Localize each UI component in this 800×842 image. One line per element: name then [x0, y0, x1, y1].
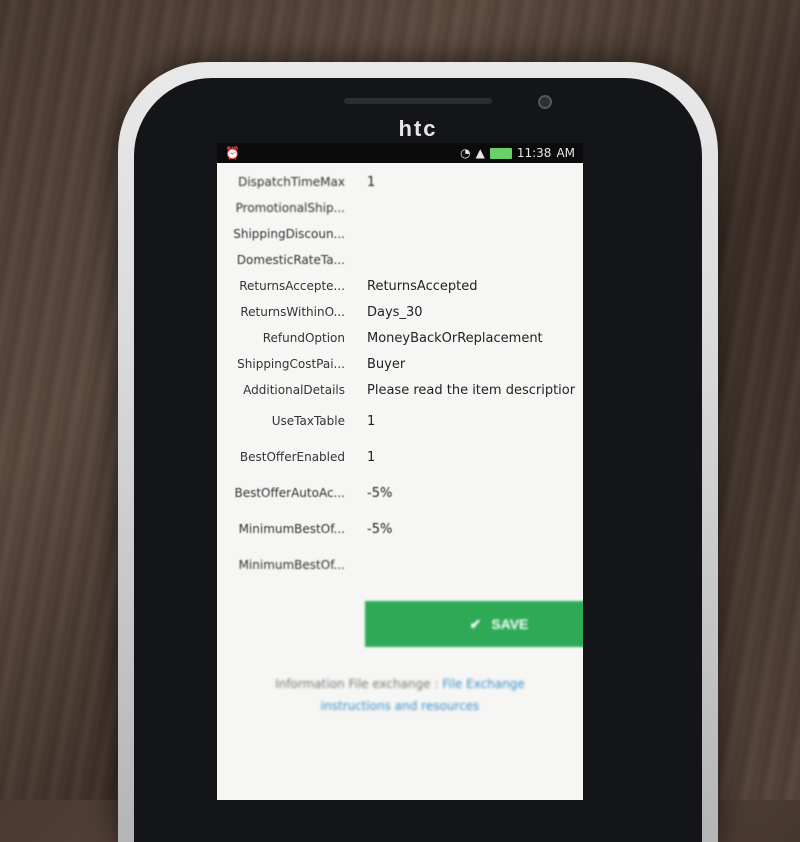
form-row[interactable]: PromotionalShip...	[217, 195, 583, 221]
form-row[interactable]: MinimumBestOf...	[217, 547, 583, 583]
field-value[interactable]: -5%	[367, 522, 583, 537]
field-label: ReturnsWithinO...	[240, 305, 345, 319]
form-row[interactable]: BestOfferEnabled 1	[217, 439, 583, 475]
footer-text: Information File exchange :	[275, 677, 439, 691]
field-value[interactable]: -5%	[367, 486, 583, 501]
field-label: PromotionalShip...	[235, 201, 345, 215]
field-label: BestOfferAutoAc...	[234, 486, 345, 500]
footer-info: Information File exchange : File Exchang…	[217, 673, 583, 717]
field-value[interactable]: 1	[367, 414, 583, 429]
form-row[interactable]: AdditionalDetails Please read the item de…	[217, 377, 583, 403]
field-value[interactable]: Please read the item descriptior	[367, 383, 583, 398]
form-row[interactable]: RefundOption MoneyBackOrReplacement	[217, 325, 583, 351]
status-ampm: AM	[556, 146, 575, 160]
form-row[interactable]: BestOfferAutoAc... -5%	[217, 475, 583, 511]
status-time: 11:38	[516, 146, 552, 160]
field-label: MinimumBestOf...	[238, 522, 345, 536]
field-value[interactable]: MoneyBackOrReplacement	[367, 331, 583, 346]
field-label: AdditionalDetails	[243, 383, 345, 397]
form-row[interactable]: DispatchTimeMax 1	[217, 169, 583, 195]
field-label: ReturnsAccepte...	[239, 279, 345, 293]
form-row[interactable]: UseTaxTable 1	[217, 403, 583, 439]
phone-screen: ⏰ ◔ ▲ 11:38 AM DispatchTimeMax 1 Promotio…	[217, 143, 583, 800]
field-label: RefundOption	[262, 331, 345, 345]
checkmark-icon: ✔	[469, 615, 482, 632]
battery-icon	[489, 147, 512, 159]
field-value[interactable]: 1	[367, 175, 583, 190]
field-value[interactable]: Buyer	[367, 357, 583, 372]
listing-form: DispatchTimeMax 1 PromotionalShip... Ship…	[217, 163, 583, 583]
field-label: ShippingDiscoun...	[233, 227, 345, 241]
alarm-icon: ⏰	[225, 146, 240, 160]
form-row[interactable]: DomesticRateTa...	[217, 247, 583, 273]
file-exchange-link[interactable]: File Exchange	[442, 677, 525, 691]
save-button[interactable]: ✔ SAVE	[365, 601, 583, 647]
field-label: BestOfferEnabled	[239, 450, 345, 464]
front-camera-icon	[538, 95, 552, 109]
form-row[interactable]: ShippingCostPai... Buyer	[217, 351, 583, 377]
form-row[interactable]: ShippingDiscoun...	[217, 221, 583, 247]
field-label: MinimumBestOf...	[238, 558, 345, 572]
field-value[interactable]: ReturnsAccepted	[367, 279, 583, 294]
status-bar: ⏰ ◔ ▲ 11:38 AM	[217, 143, 583, 163]
wifi-icon: ◔	[460, 146, 471, 160]
form-row[interactable]: ReturnsAccepte... ReturnsAccepted	[217, 273, 583, 299]
form-row[interactable]: ReturnsWithinO... Days_30	[217, 299, 583, 325]
instructions-link[interactable]: instructions and resources	[321, 699, 480, 713]
save-label: SAVE	[491, 616, 529, 632]
field-label: ShippingCostPai...	[237, 357, 345, 371]
earpiece-speaker	[344, 98, 492, 104]
field-label: DomesticRateTa...	[236, 253, 345, 267]
field-label: DispatchTimeMax	[238, 175, 345, 189]
form-row[interactable]: MinimumBestOf... -5%	[217, 511, 583, 547]
signal-icon: ▲	[475, 146, 485, 160]
brand-logo: htc	[398, 116, 438, 141]
field-label: UseTaxTable	[271, 414, 345, 428]
field-value[interactable]: Days_30	[367, 305, 583, 320]
field-value[interactable]: 1	[367, 450, 583, 465]
